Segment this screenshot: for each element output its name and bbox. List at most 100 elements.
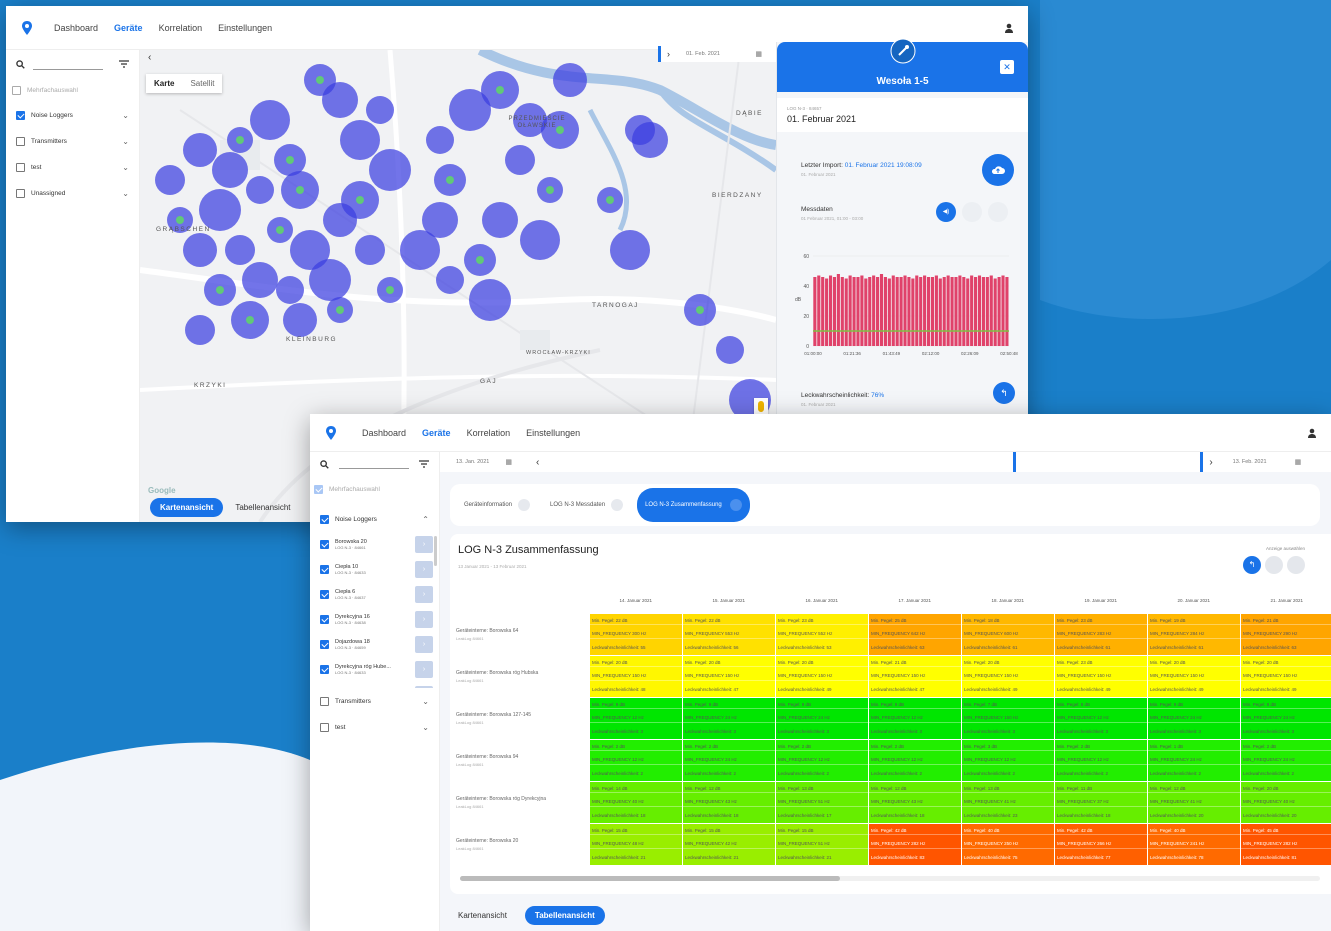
chevron-down-icon[interactable]: ⌄: [422, 697, 429, 706]
table-cell[interactable]: Min. Pegel: 2 dB MIN_FREQUENCY 12 Hz Leckw…: [1055, 740, 1147, 781]
table-cell[interactable]: Min. Pegel: 8 dB MIN_FREQUENCY 12 Hz Leckw…: [1055, 698, 1147, 739]
table-cell[interactable]: Min. Pegel: 1 dB MIN_FREQUENCY 24 Hz Leckw…: [1148, 740, 1240, 781]
table-view-button[interactable]: Tabellenansicht: [524, 906, 605, 925]
table-cell[interactable]: Min. Pegel: 20 dB MIN_FREQUENCY 40 Hz Leck…: [1241, 782, 1331, 823]
table-cell[interactable]: Min. Pegel: 11 dB MIN_FREQUENCY 37 Hz Leck…: [1055, 782, 1147, 823]
multi-select-row[interactable]: Mehrfachauswahl: [310, 476, 439, 502]
table-cell[interactable]: Min. Pegel: 9 dB MIN_FREQUENCY 24 Hz Leckw…: [1148, 698, 1240, 739]
group-noise-loggers[interactable]: Noise Loggers ⌃: [310, 506, 439, 532]
tab-close-icon[interactable]: [611, 499, 624, 511]
collapse-left-icon[interactable]: ‹: [536, 457, 539, 468]
option-button-2[interactable]: [962, 202, 982, 222]
device-open-button[interactable]: ›: [415, 686, 433, 688]
chevron-down-icon[interactable]: ⌄: [122, 137, 129, 146]
map-view-button[interactable]: Kartenansicht: [458, 911, 507, 920]
table-cell[interactable]: Min. Pegel: 45 dB MIN_FREQUENCY 282 Hz Lec…: [1241, 824, 1331, 865]
device-open-button[interactable]: ›: [415, 611, 433, 628]
scrollbar-thumb[interactable]: [460, 876, 840, 881]
group-transmitters[interactable]: Transmitters ⌄: [310, 688, 439, 714]
multi-select-checkbox[interactable]: [314, 484, 323, 494]
device-list-item[interactable]: Ciepła 6 LOG N-3 · 84637 ›: [310, 582, 439, 607]
table-cell[interactable]: Min. Pegel: 20 dB MIN_FREQUENCY 150 Hz Lec…: [962, 656, 1054, 697]
tab-map[interactable]: Karte: [146, 74, 182, 93]
noise-loggers-checkbox[interactable]: [16, 110, 25, 120]
date-to[interactable]: 13. Feb. 2021: [1233, 459, 1267, 465]
table-cell[interactable]: Min. Pegel: 20 dB MIN_FREQUENCY 150 Hz Lec…: [683, 656, 775, 697]
user-icon[interactable]: [1307, 428, 1317, 438]
device-list-scrollbar[interactable]: [434, 536, 437, 566]
device-checkbox[interactable]: [320, 565, 329, 574]
leak-action-button[interactable]: ↰: [993, 382, 1015, 404]
noise-loggers-checkbox[interactable]: [320, 514, 329, 524]
filter-icon[interactable]: [419, 460, 429, 468]
tab-measurements[interactable]: LOG N-3 Messdaten: [542, 493, 631, 517]
device-open-button[interactable]: ›: [415, 536, 433, 553]
table-cell[interactable]: Min. Pegel: 42 dB MIN_FREQUENCY 282 Hz Lec…: [869, 824, 961, 865]
table-cell[interactable]: Min. Pegel: 23 dB MIN_FREQUENCY 283 Hz Lec…: [1055, 614, 1147, 655]
nav-dashboard[interactable]: Dashboard: [362, 428, 406, 438]
tab-summary[interactable]: LOG N-3 Zusammenfassung: [637, 488, 750, 522]
map-view-button[interactable]: Kartenansicht: [150, 498, 224, 517]
nav-settings[interactable]: Einstellungen: [218, 23, 272, 33]
table-cell[interactable]: Min. Pegel: 23 dB MIN_FREQUENCY 552 Hz Lec…: [776, 614, 868, 655]
table-cell[interactable]: Min. Pegel: 7 dB MIN_FREQUENCY 150 Hz Leck…: [962, 698, 1054, 739]
table-cell[interactable]: Min. Pegel: 21 dB MIN_FREQUENCY 290 Hz Lec…: [1241, 614, 1331, 655]
nav-correlation[interactable]: Korrelation: [159, 23, 203, 33]
table-cell[interactable]: Min. Pegel: 2 dB MIN_FREQUENCY 12 Hz Leckw…: [590, 740, 682, 781]
calendar-icon[interactable]: ▦: [755, 50, 762, 58]
device-open-button[interactable]: ›: [415, 586, 433, 603]
table-cell[interactable]: Min. Pegel: 2 dB MIN_FREQUENCY 12 Hz Leckw…: [776, 740, 868, 781]
chevron-down-icon[interactable]: ⌄: [122, 111, 129, 120]
table-cell[interactable]: Min. Pegel: 9 dB MIN_FREQUENCY 12 Hz Leckw…: [590, 698, 682, 739]
device-checkbox[interactable]: [320, 540, 329, 549]
tab-close-icon[interactable]: [518, 499, 531, 511]
transmitters-checkbox[interactable]: [16, 136, 25, 146]
device-list-item[interactable]: Ciepła 10 LOG N-3 · 84633 ›: [310, 557, 439, 582]
chevron-down-icon[interactable]: ⌄: [122, 163, 129, 172]
table-cell[interactable]: Min. Pegel: 20 dB MIN_FREQUENCY 150 Hz Lec…: [1241, 656, 1331, 697]
table-cell[interactable]: Min. Pegel: 14 dB MIN_FREQUENCY 40 Hz Leck…: [590, 782, 682, 823]
search-input[interactable]: [339, 459, 409, 469]
table-cell[interactable]: Min. Pegel: 22 dB MIN_FREQUENCY 300 Hz Lec…: [590, 614, 682, 655]
table-cell[interactable]: Min. Pegel: 13 dB MIN_FREQUENCY 51 Hz Leck…: [776, 782, 868, 823]
frequency-mode-button[interactable]: [1287, 556, 1305, 574]
chevron-down-icon[interactable]: ⌄: [122, 189, 129, 198]
nav-correlation[interactable]: Korrelation: [467, 428, 511, 438]
table-cell[interactable]: Min. Pegel: 2 dB MIN_FREQUENCY 24 Hz Leckw…: [683, 740, 775, 781]
table-cell[interactable]: Min. Pegel: 20 dB MIN_FREQUENCY 150 Hz Lec…: [776, 656, 868, 697]
table-cell[interactable]: Min. Pegel: 40 dB MIN_FREQUENCY 241 Hz Lec…: [1148, 824, 1240, 865]
table-cell[interactable]: Min. Pegel: 9 dB MIN_FREQUENCY 24 Hz Leckw…: [683, 698, 775, 739]
group-transmitters[interactable]: Transmitters ⌄: [6, 128, 139, 154]
test-checkbox[interactable]: [16, 162, 25, 172]
table-cell[interactable]: Min. Pegel: 19 dB MIN_FREQUENCY 284 Hz Lec…: [1148, 614, 1240, 655]
table-cell[interactable]: Min. Pegel: 15 dB MIN_FREQUENCY 48 Hz Leck…: [590, 824, 682, 865]
table-cell[interactable]: Min. Pegel: 25 dB MIN_FREQUENCY 642 Hz Lec…: [869, 614, 961, 655]
nav-dashboard[interactable]: Dashboard: [54, 23, 98, 33]
table-cell[interactable]: Min. Pegel: 2 dB MIN_FREQUENCY 24 Hz Leckw…: [1241, 740, 1331, 781]
device-open-button[interactable]: ›: [415, 636, 433, 653]
table-cell[interactable]: Min. Pegel: 12 dB MIN_FREQUENCY 43 Hz Leck…: [683, 782, 775, 823]
table-cell[interactable]: Min. Pegel: 12 dB MIN_FREQUENCY 43 Hz Leck…: [869, 782, 961, 823]
device-checkbox[interactable]: [320, 640, 329, 649]
expand-right-icon[interactable]: ›: [667, 49, 670, 59]
calendar-icon[interactable]: ▦: [1295, 458, 1302, 466]
table-cell[interactable]: Min. Pegel: 3 dB MIN_FREQUENCY 12 Hz Leckw…: [962, 740, 1054, 781]
table-cell[interactable]: Min. Pegel: 13 dB MIN_FREQUENCY 41 Hz Leck…: [962, 782, 1054, 823]
table-cell[interactable]: Min. Pegel: 21 dB MIN_FREQUENCY 150 Hz Lec…: [869, 656, 961, 697]
device-open-button[interactable]: ›: [415, 661, 433, 678]
table-cell[interactable]: Min. Pegel: 2 dB MIN_FREQUENCY 12 Hz Leckw…: [869, 740, 961, 781]
device-checkbox[interactable]: [320, 665, 329, 674]
device-checkbox[interactable]: [320, 590, 329, 599]
chevron-up-icon[interactable]: ⌃: [422, 515, 429, 524]
user-icon[interactable]: [1004, 23, 1014, 33]
search-input[interactable]: [33, 58, 103, 70]
table-cell[interactable]: Min. Pegel: 15 dB MIN_FREQUENCY 51 Hz Leck…: [776, 824, 868, 865]
group-test[interactable]: test ⌄: [6, 154, 139, 180]
audio-button[interactable]: ◀): [936, 202, 956, 222]
multi-select-row[interactable]: Mehrfachauswahl: [6, 78, 139, 102]
multi-select-checkbox[interactable]: [12, 85, 21, 95]
calendar-icon[interactable]: ▦: [505, 458, 512, 466]
device-checkbox[interactable]: [320, 615, 329, 624]
table-cell[interactable]: Min. Pegel: 22 dB MIN_FREQUENCY 553 Hz Lec…: [683, 614, 775, 655]
table-cell[interactable]: Min. Pegel: 9 dB MIN_FREQUENCY 12 Hz Leckw…: [869, 698, 961, 739]
